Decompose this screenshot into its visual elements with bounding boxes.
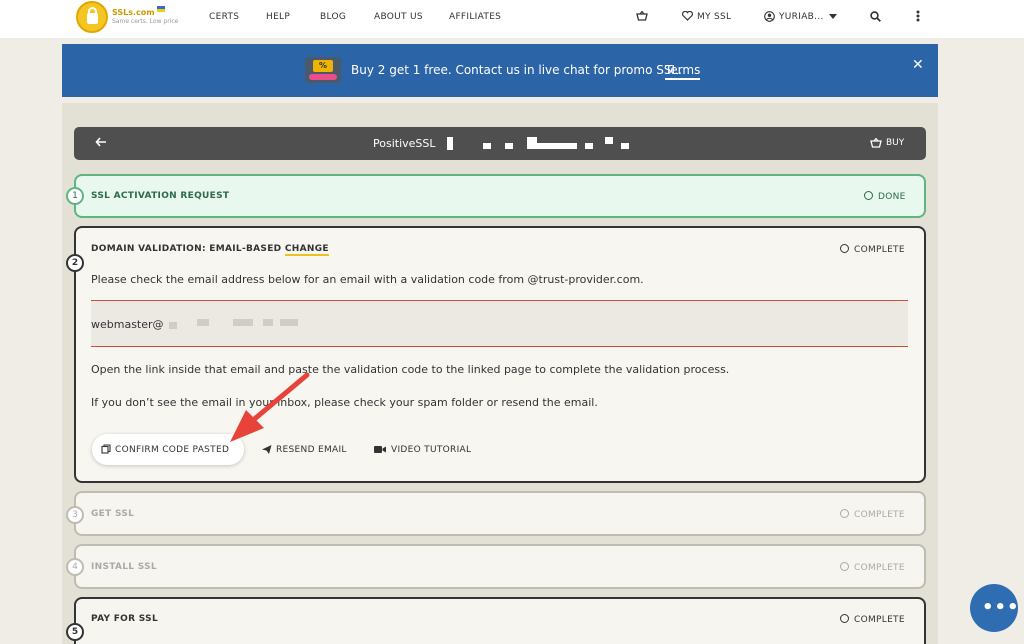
live-chat-button[interactable]: ••• bbox=[970, 584, 1020, 632]
annotation-arrow-icon bbox=[230, 372, 310, 442]
chat-dots-icon: ••• bbox=[982, 597, 1020, 618]
